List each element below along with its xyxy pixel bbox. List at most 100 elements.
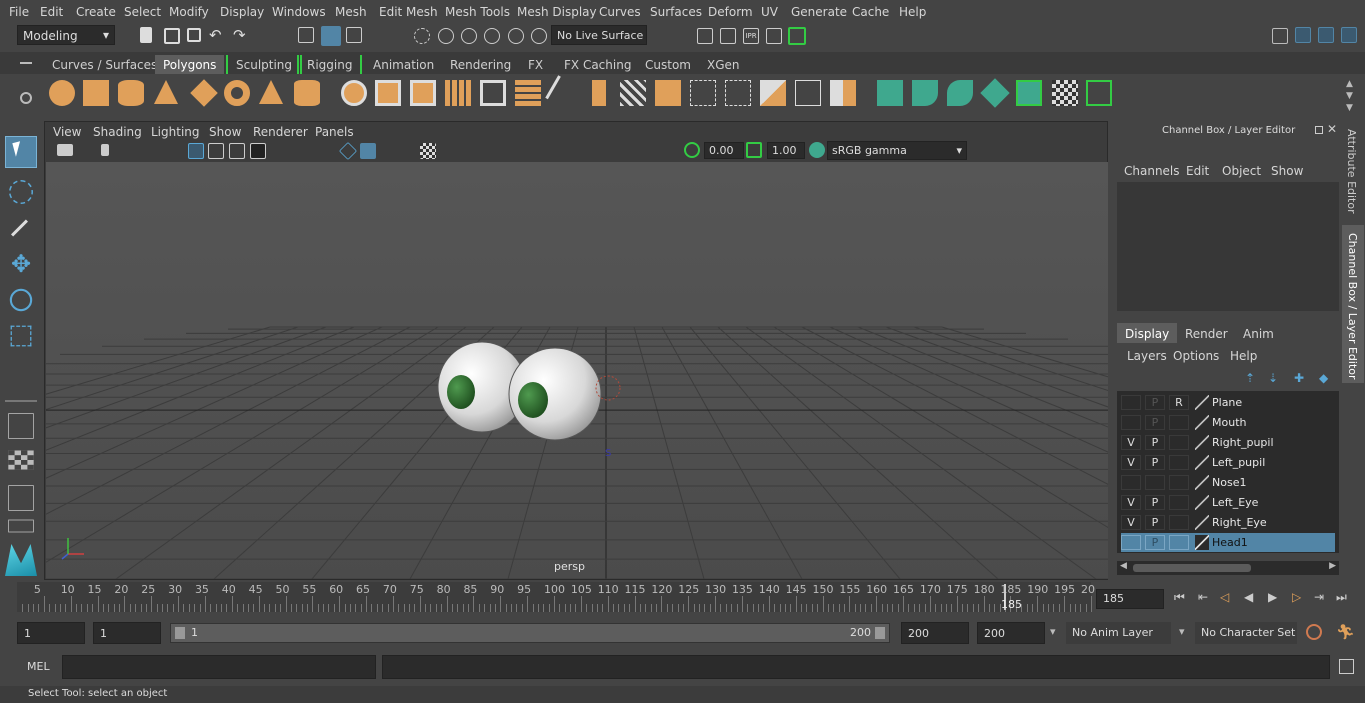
step-forward-key-icon[interactable]: ▷ xyxy=(1292,590,1301,604)
layer-list-scrollbar[interactable]: ◀ ▶ xyxy=(1117,561,1339,575)
chevron-right-icon[interactable]: ▶ xyxy=(1329,561,1336,571)
command-language-label[interactable]: MEL xyxy=(27,660,50,673)
menu-mesh-display[interactable]: Mesh Display xyxy=(517,5,597,19)
poly-prism-icon[interactable] xyxy=(259,80,283,104)
layer-playback-toggle[interactable] xyxy=(1145,475,1165,490)
layer-color-icon[interactable] xyxy=(1195,495,1209,510)
channel-box-area[interactable] xyxy=(1117,182,1339,311)
shelf-scroll-icon[interactable]: ▲ ▼ ▼ xyxy=(1346,78,1353,114)
layer-visibility-toggle[interactable]: V xyxy=(1121,435,1141,450)
step-forward-frame-icon[interactable]: ⇥ xyxy=(1314,590,1324,604)
uv-editor-icon[interactable] xyxy=(877,80,903,106)
layer-display-type-toggle[interactable] xyxy=(1169,535,1189,550)
xray-icon[interactable] xyxy=(420,143,436,159)
lasso-tool-icon[interactable] xyxy=(9,180,33,204)
layer-tab-anim[interactable]: Anim xyxy=(1235,323,1282,343)
poly-cube-icon[interactable] xyxy=(83,80,109,106)
new-layer-icon[interactable]: ✚ xyxy=(1294,371,1304,385)
menu-mesh[interactable]: Mesh xyxy=(335,5,367,19)
auto-map-icon[interactable] xyxy=(980,78,1010,108)
view-transform-icon[interactable] xyxy=(809,142,825,158)
go-to-end-icon[interactable]: ⏭ xyxy=(1336,590,1347,605)
panel-menu-renderer[interactable]: Renderer xyxy=(253,125,308,139)
chevron-left-icon[interactable]: ◀ xyxy=(1120,561,1127,571)
playback-end-field[interactable]: 200 xyxy=(901,622,969,644)
magnet-icon[interactable] xyxy=(531,28,547,44)
shelf-gear-icon[interactable] xyxy=(20,92,32,104)
select-object-icon[interactable] xyxy=(321,26,341,46)
scrollbar-thumb[interactable] xyxy=(1133,564,1251,572)
layer-display-type-toggle[interactable] xyxy=(1169,435,1189,450)
single-perspective-layout-icon[interactable] xyxy=(8,413,34,439)
show-tool-settings-icon[interactable] xyxy=(1341,27,1357,43)
planar-map-icon[interactable] xyxy=(912,80,938,106)
poly-cylinder-icon[interactable] xyxy=(118,80,144,106)
shelf-menu-icon[interactable] xyxy=(20,62,32,64)
tab-fx-caching[interactable]: FX Caching xyxy=(556,55,639,74)
smooth-icon[interactable] xyxy=(445,80,471,106)
multi-cut-icon[interactable] xyxy=(545,75,581,111)
layer-menu-layers[interactable]: Layers xyxy=(1127,349,1167,363)
float-panel-icon[interactable] xyxy=(1315,126,1323,134)
layer-row[interactable]: V P Left_Eye xyxy=(1121,493,1335,512)
select-tool-icon[interactable] xyxy=(5,136,37,168)
menu-windows[interactable]: Windows xyxy=(272,5,326,19)
tab-fx[interactable]: FX xyxy=(520,55,551,74)
mirror-icon[interactable] xyxy=(480,80,506,106)
poly-cone-icon[interactable] xyxy=(154,80,178,104)
menu-edit-mesh[interactable]: Edit Mesh xyxy=(379,5,438,19)
smooth-shade-icon[interactable] xyxy=(229,143,245,159)
poly-pipe-icon[interactable] xyxy=(294,80,320,106)
range-bar[interactable]: 1 200 xyxy=(170,623,890,643)
panel-menu-lighting[interactable]: Lighting xyxy=(151,125,200,139)
tab-rendering[interactable]: Rendering xyxy=(442,55,519,74)
layer-playback-toggle[interactable]: P xyxy=(1145,515,1165,530)
layer-color-icon[interactable] xyxy=(1195,535,1209,550)
bevel-icon[interactable] xyxy=(515,80,541,106)
menu-select[interactable]: Select xyxy=(124,5,161,19)
move-layer-up-icon[interactable]: ⇡ xyxy=(1245,371,1255,385)
eyeball-right[interactable] xyxy=(508,347,602,441)
scale-tool-icon[interactable] xyxy=(10,325,32,347)
menu-curves[interactable]: Curves xyxy=(599,5,641,19)
move-tool-icon[interactable]: ✥ xyxy=(5,248,37,280)
animation-start-field[interactable]: 1 xyxy=(17,622,85,644)
tab-rigging[interactable]: Rigging xyxy=(297,55,363,74)
layer-display-type-toggle[interactable] xyxy=(1169,455,1189,470)
time-slider-track[interactable]: 5 10 15 20 25 30 35 40 45 50 55 60 65 70 75 80 85 90 95 100… xyxy=(17,582,1095,612)
auto-key-icon[interactable] xyxy=(1306,624,1322,640)
exposure-icon[interactable] xyxy=(684,142,700,158)
insert-edge-loop-icon[interactable] xyxy=(690,80,716,106)
menu-cache[interactable]: Cache xyxy=(852,5,889,19)
character-set-dropdown[interactable]: No Character Set xyxy=(1195,622,1297,644)
mode-dropdown[interactable]: Modeling ▾ xyxy=(17,25,115,45)
go-to-start-icon[interactable]: ⏮ xyxy=(1174,590,1185,605)
range-end-handle[interactable] xyxy=(875,627,885,639)
layer-visibility-toggle[interactable] xyxy=(1121,395,1141,410)
tab-sculpting[interactable]: Sculpting xyxy=(226,55,303,74)
extrude-icon[interactable] xyxy=(592,80,606,106)
menu-display[interactable]: Display xyxy=(220,5,264,19)
extract-icon[interactable] xyxy=(410,80,436,106)
menu-uv[interactable]: UV xyxy=(761,5,778,19)
step-back-frame-icon[interactable]: ⇤ xyxy=(1198,590,1208,604)
render-settings-icon[interactable] xyxy=(766,28,782,44)
cylindrical-map-icon[interactable] xyxy=(947,80,973,106)
gamma-field[interactable]: 1.00 xyxy=(767,142,805,159)
tab-animation[interactable]: Animation xyxy=(365,55,442,74)
save-scene-icon[interactable] xyxy=(187,28,201,42)
tab-curves-surfaces[interactable]: Curves / Surfaces xyxy=(44,55,165,74)
layer-playback-toggle[interactable]: P xyxy=(1145,535,1165,550)
time-slider[interactable]: 5 10 15 20 25 30 35 40 45 50 55 60 65 70 75 80 85 90 95 100… xyxy=(0,582,1365,616)
offset-edge-loop-icon[interactable] xyxy=(725,80,751,106)
menu-modify[interactable]: Modify xyxy=(169,5,209,19)
chevron-down-icon[interactable]: ▾ xyxy=(1179,625,1185,638)
panel-menu-panels[interactable]: Panels xyxy=(315,125,354,139)
tab-custom[interactable]: Custom xyxy=(637,55,699,74)
layer-playback-toggle[interactable]: P xyxy=(1145,415,1165,430)
gamma-icon[interactable] xyxy=(746,142,762,158)
layer-row[interactable]: V P Right_Eye xyxy=(1121,513,1335,532)
channel-menu-channels[interactable]: Channels xyxy=(1124,164,1180,178)
rotate-tool-icon[interactable] xyxy=(9,288,33,312)
exposure-field[interactable]: 0.00 xyxy=(704,142,744,159)
